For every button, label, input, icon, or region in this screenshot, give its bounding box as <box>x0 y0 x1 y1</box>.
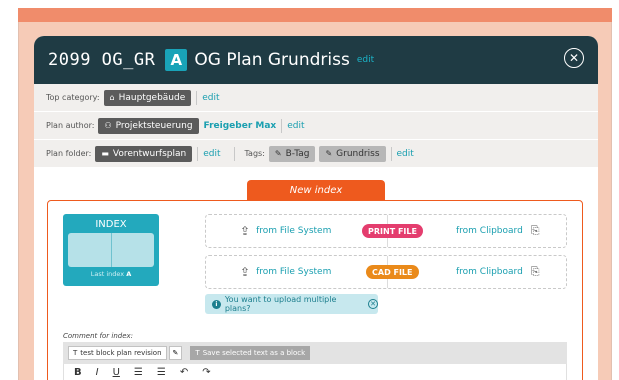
italic-button[interactable]: I <box>96 367 99 378</box>
plan-folder-label: Plan folder: <box>46 149 92 158</box>
divider <box>197 146 199 161</box>
top-category-value: Hauptgebäude <box>118 92 186 103</box>
text-block-button[interactable]: T test block plan revision <box>68 346 167 360</box>
redo-icon[interactable]: ↷ <box>202 367 210 378</box>
text-icon: T <box>195 349 200 357</box>
divider <box>390 146 392 161</box>
plan-folder-row: Plan folder: ▬ Vorentwurfsplan edit Tags… <box>34 140 598 168</box>
underline-button[interactable]: U <box>113 367 120 378</box>
top-category-chip[interactable]: ⌂ Hauptgebäude <box>103 89 192 106</box>
home-icon: ⌂ <box>109 93 115 102</box>
top-category-label: Top category: <box>46 93 100 102</box>
edit-tags-link[interactable]: edit <box>397 149 414 159</box>
save-block-button[interactable]: T Save selected text as a block <box>190 346 311 360</box>
tag-label: Grundriss <box>336 148 380 159</box>
clipboard-icon: ⎘ <box>530 224 540 237</box>
group-icon: ⚇ <box>104 121 112 130</box>
plan-name: OG Plan Grundriss <box>194 50 350 70</box>
print-upload-from-clipboard[interactable]: from Clipboard ⎘ <box>456 224 540 238</box>
cad-upload-from-clipboard[interactable]: from Clipboard ⎘ <box>456 265 540 279</box>
from-clipboard-label: from Clipboard <box>456 267 523 277</box>
divider <box>281 118 283 133</box>
tag-icon: ✎ <box>274 149 282 158</box>
new-index-tab: New index <box>247 180 385 200</box>
plan-folder-chip[interactable]: ▬ Vorentwurfsplan <box>95 145 193 162</box>
plan-author-person[interactable]: Freigeber Max <box>204 121 277 131</box>
format-toolbar: B I U ☰ ☰ ↶ ↷ <box>63 364 567 380</box>
folder-icon: ▬ <box>101 149 109 158</box>
editor-block-toolbar: T test block plan revision ✎ T Save sele… <box>63 342 567 364</box>
tag-label: B-Tag <box>285 148 310 159</box>
last-index: Last index A <box>63 270 159 278</box>
from-file-system-label: from File System <box>256 267 332 277</box>
edit-plan-name-link[interactable]: edit <box>357 55 374 65</box>
multi-upload-hint[interactable]: i You want to upload multiple plans? ✕ <box>205 294 378 314</box>
divider <box>196 90 198 105</box>
numbered-list-icon[interactable]: ☰ <box>157 367 166 378</box>
top-category-row: Top category: ⌂ Hauptgebäude edit <box>34 84 598 112</box>
pencil-icon: ✎ <box>172 349 179 357</box>
top-stripe <box>18 8 612 22</box>
plan-folder-value: Vorentwurfsplan <box>112 148 187 159</box>
bold-button[interactable]: B <box>74 367 82 378</box>
tag-chip[interactable]: ✎ Grundriss <box>319 145 386 162</box>
plan-author-chip[interactable]: ⚇ Projektsteuerung <box>98 117 199 134</box>
tags-label: Tags: <box>244 149 265 158</box>
divider <box>234 146 236 161</box>
tag-chip[interactable]: ✎ B-Tag <box>268 145 316 162</box>
plan-modal: 2099 OG_GR A OG Plan Grundriss edit ✕ To… <box>34 36 598 380</box>
undo-icon[interactable]: ↶ <box>180 367 188 378</box>
cad-file-pill: CAD FILE <box>366 265 419 279</box>
edit-plan-author-link[interactable]: edit <box>287 121 304 131</box>
edit-top-category-link[interactable]: edit <box>202 93 219 103</box>
text-icon: T <box>73 349 78 357</box>
modal-header: 2099 OG_GR A OG Plan Grundriss edit ✕ <box>34 36 598 84</box>
index-preview-divider <box>111 233 112 267</box>
edit-plan-folder-link[interactable]: edit <box>203 149 220 159</box>
from-file-system-label: from File System <box>256 226 332 236</box>
page: 2099 OG_GR A OG Plan Grundriss edit ✕ To… <box>0 0 619 380</box>
print-file-upload-row: ⇪ from File System PRINT FILE from Clipb… <box>205 214 567 248</box>
index-card-title: INDEX <box>95 219 127 230</box>
info-icon: i <box>212 299 221 309</box>
plan-author-label: Plan author: <box>46 121 95 130</box>
upload-icon: ⇪ <box>240 265 251 279</box>
plan-author-row: Plan author: ⚇ Projektsteuerung Freigebe… <box>34 112 598 140</box>
edit-block-button[interactable]: ✎ <box>168 346 183 360</box>
index-preview <box>68 233 154 267</box>
close-icon[interactable]: ✕ <box>564 48 584 68</box>
print-file-pill: PRINT FILE <box>362 224 423 238</box>
cad-upload-from-file-system[interactable]: ⇪ from File System <box>240 265 331 279</box>
text-block-label: test block plan revision <box>80 349 162 357</box>
last-index-value: A <box>126 270 132 278</box>
last-index-label: Last index <box>90 270 125 278</box>
bullet-list-icon[interactable]: ☰ <box>134 367 143 378</box>
comment-label: Comment for index: <box>63 332 134 340</box>
plan-letter-badge: A <box>165 49 188 71</box>
plan-author-value: Projektsteuerung <box>115 120 193 131</box>
print-upload-from-file-system[interactable]: ⇪ from File System <box>240 224 331 238</box>
from-clipboard-label: from Clipboard <box>456 226 523 236</box>
index-card: INDEX Last index A <box>63 214 159 286</box>
multi-upload-text: You want to upload multiple plans? <box>224 295 337 313</box>
clipboard-icon: ⎘ <box>530 265 540 278</box>
dismiss-icon[interactable]: ✕ <box>368 299 378 309</box>
cad-file-upload-row: ⇪ from File System CAD FILE from Clipboa… <box>205 255 567 289</box>
plan-code: 2099 OG_GR <box>48 50 156 70</box>
upload-icon: ⇪ <box>240 224 251 238</box>
save-block-label: Save selected text as a block <box>202 349 306 357</box>
tag-icon: ✎ <box>325 149 333 158</box>
